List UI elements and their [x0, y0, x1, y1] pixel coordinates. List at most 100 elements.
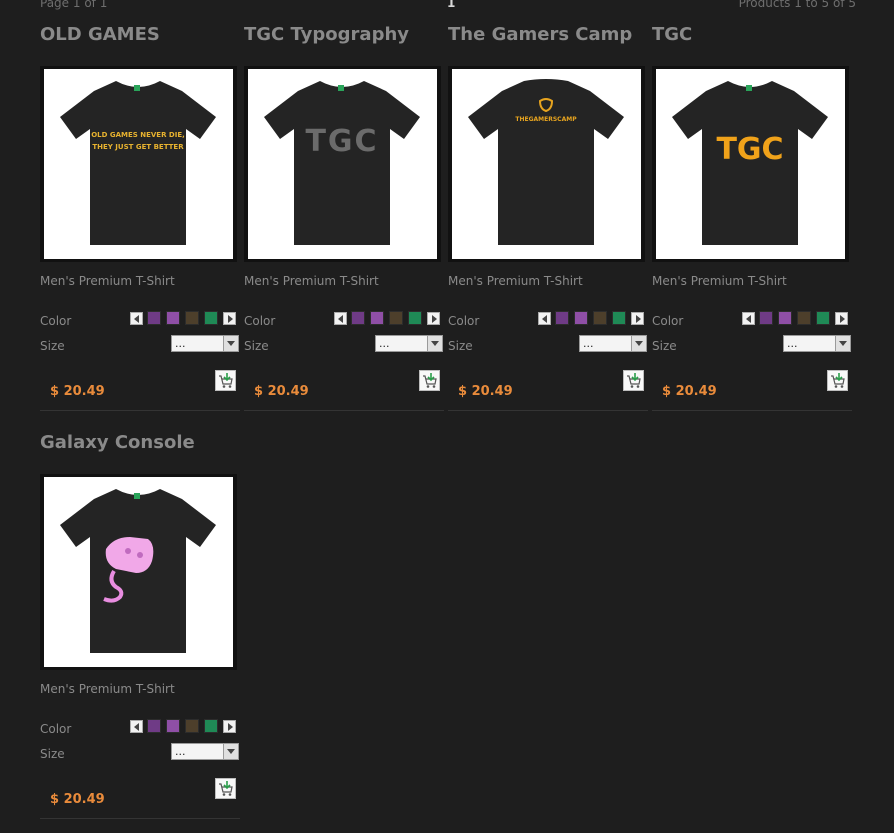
print-text-line-1: TGC: [716, 132, 783, 167]
product-divider: [652, 410, 852, 411]
swatch-next-arrow-icon[interactable]: [631, 311, 644, 325]
swatch-prev-arrow-icon[interactable]: [130, 719, 143, 733]
color-label: Color: [652, 314, 684, 328]
add-to-cart-button[interactable]: [827, 370, 848, 391]
cart-icon: [219, 373, 233, 388]
add-to-cart-button[interactable]: [215, 778, 236, 799]
size-label: Size: [40, 747, 65, 761]
swatch-prev-arrow-icon[interactable]: [742, 311, 755, 325]
color-label: Color: [40, 314, 72, 328]
swatch-brown[interactable]: [185, 719, 199, 733]
swatch-green[interactable]: [612, 311, 626, 325]
add-to-cart-button[interactable]: [215, 370, 236, 391]
product-image[interactable]: [44, 477, 233, 667]
size-select-value: ...: [175, 745, 186, 758]
color-swatches: [538, 311, 644, 325]
color-label: Color: [448, 314, 480, 328]
add-to-cart-button[interactable]: [623, 370, 644, 391]
size-select[interactable]: ...: [171, 335, 239, 352]
swatch-violet[interactable]: [166, 311, 180, 325]
swatch-next-arrow-icon[interactable]: [835, 311, 848, 325]
product-divider: [448, 410, 648, 411]
product-price: $ 20.49: [662, 384, 717, 399]
swatch-brown[interactable]: [593, 311, 607, 325]
chevron-down-icon[interactable]: [223, 336, 238, 351]
product-title[interactable]: TGC: [652, 24, 692, 45]
size-select-value: ...: [175, 337, 186, 350]
chevron-down-icon[interactable]: [223, 744, 238, 759]
print-text-line-2: THEY JUST GET BETTER: [92, 143, 184, 151]
product-image-frame[interactable]: TGC: [244, 66, 441, 262]
size-select[interactable]: ...: [783, 335, 851, 352]
cart-icon: [423, 373, 437, 388]
product-divider: [40, 818, 240, 819]
product-type: Men's Premium T-Shirt: [652, 274, 787, 288]
color-label: Color: [244, 314, 276, 328]
product-price: $ 20.49: [254, 384, 309, 399]
swatch-purple[interactable]: [555, 311, 569, 325]
product-type: Men's Premium T-Shirt: [244, 274, 379, 288]
size-select[interactable]: ...: [171, 743, 239, 760]
swatch-purple[interactable]: [759, 311, 773, 325]
swatch-violet[interactable]: [166, 719, 180, 733]
product-image[interactable]: TGC: [248, 69, 437, 259]
product-title[interactable]: Galaxy Console: [40, 432, 195, 453]
cart-icon: [627, 373, 641, 388]
swatch-prev-arrow-icon[interactable]: [538, 311, 551, 325]
swatch-violet[interactable]: [370, 311, 384, 325]
product-price: $ 20.49: [458, 384, 513, 399]
swatch-green[interactable]: [204, 311, 218, 325]
product-card: The Gamers Camp THEGAMERSCAMP Men's Prem…: [448, 24, 648, 414]
product-image-frame[interactable]: OLD GAMES NEVER DIE, THEY JUST GET BETTE…: [40, 66, 237, 262]
product-price: $ 20.49: [50, 384, 105, 399]
print-text-line-1: OLD GAMES NEVER DIE,: [91, 131, 185, 139]
product-card: OLD GAMES OLD GAMES NEVER DIE, THEY JUST…: [40, 24, 240, 414]
color-swatches: [130, 719, 236, 733]
size-select[interactable]: ...: [579, 335, 647, 352]
size-select-value: ...: [787, 337, 798, 350]
product-title[interactable]: OLD GAMES: [40, 24, 160, 45]
swatch-prev-arrow-icon[interactable]: [334, 311, 347, 325]
swatch-purple[interactable]: [147, 311, 161, 325]
product-image[interactable]: OLD GAMES NEVER DIE, THEY JUST GET BETTE…: [44, 69, 233, 259]
product-image[interactable]: TGC: [656, 69, 845, 259]
color-label: Color: [40, 722, 72, 736]
product-title[interactable]: The Gamers Camp: [448, 24, 632, 45]
swatch-green[interactable]: [408, 311, 422, 325]
product-divider: [40, 410, 240, 411]
swatch-brown[interactable]: [797, 311, 811, 325]
product-image-frame[interactable]: TGC: [652, 66, 849, 262]
product-card: TGC TGC Men's Premium T-Shirt Color Size…: [652, 24, 852, 414]
swatch-next-arrow-icon[interactable]: [427, 311, 440, 325]
chevron-down-icon[interactable]: [835, 336, 850, 351]
pager-bar: Page 1 of 1 1 Products 1 to 5 of 5: [40, 0, 856, 12]
product-card: TGC Typography TGC Men's Premium T-Shirt…: [244, 24, 444, 414]
size-select[interactable]: ...: [375, 335, 443, 352]
current-page-link[interactable]: 1: [447, 0, 455, 10]
swatch-violet[interactable]: [574, 311, 588, 325]
swatch-purple[interactable]: [147, 719, 161, 733]
cart-icon: [831, 373, 845, 388]
size-select-value: ...: [379, 337, 390, 350]
swatch-prev-arrow-icon[interactable]: [130, 311, 143, 325]
swatch-green[interactable]: [204, 719, 218, 733]
add-to-cart-button[interactable]: [419, 370, 440, 391]
cart-icon: [219, 781, 233, 796]
product-title[interactable]: TGC Typography: [244, 24, 409, 45]
swatch-purple[interactable]: [351, 311, 365, 325]
swatch-brown[interactable]: [185, 311, 199, 325]
swatch-next-arrow-icon[interactable]: [223, 311, 236, 325]
chevron-down-icon[interactable]: [427, 336, 442, 351]
product-image[interactable]: THEGAMERSCAMP: [452, 69, 641, 259]
color-swatches: [130, 311, 236, 325]
swatch-brown[interactable]: [389, 311, 403, 325]
swatch-green[interactable]: [816, 311, 830, 325]
product-type: Men's Premium T-Shirt: [40, 274, 175, 288]
product-image-frame[interactable]: [40, 474, 237, 670]
page-info: Page 1 of 1: [40, 0, 108, 10]
product-image-frame[interactable]: THEGAMERSCAMP: [448, 66, 645, 262]
product-price: $ 20.49: [50, 792, 105, 807]
swatch-next-arrow-icon[interactable]: [223, 719, 236, 733]
swatch-violet[interactable]: [778, 311, 792, 325]
chevron-down-icon[interactable]: [631, 336, 646, 351]
